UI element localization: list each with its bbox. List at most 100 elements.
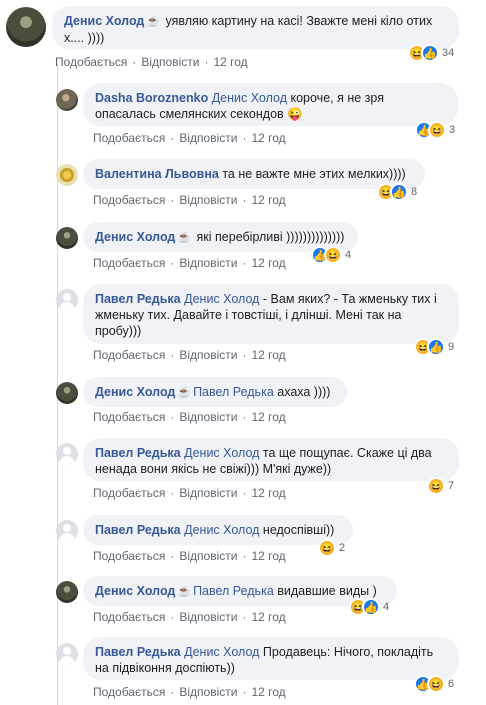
like-link[interactable]: Подобається [93,410,165,424]
comment-text: х.... )))) [64,31,105,45]
reactions[interactable]: 😆 2 [318,539,345,557]
separator: · [242,256,247,270]
comment-actions: Подобається · Відповісти · 12 год [93,549,286,563]
reply-link[interactable]: Відповісти [179,610,237,624]
author-name[interactable]: Валентина Львовна [95,167,219,181]
reactions[interactable]: 😆 👍 9 [414,338,454,356]
mention-link[interactable]: Денис Холод [184,523,259,537]
like-link[interactable]: Подобається [55,55,127,69]
mention-link[interactable]: Денис Холод [184,645,259,659]
avatar[interactable] [56,289,78,311]
timestamp[interactable]: 12 год [251,685,285,699]
comment-actions: Подобається · Відповісти · 12 год [93,685,286,699]
like-link[interactable]: Подобається [93,549,165,563]
comment-bubble: Павел Редька Денис Холод та ще пощупає. … [83,438,459,481]
reply-link[interactable]: Відповісти [179,348,237,362]
separator: · [170,193,175,207]
author-name[interactable]: Денис Холод [64,14,144,28]
timestamp[interactable]: 12 год [251,193,285,207]
timestamp[interactable]: 12 год [251,348,285,362]
separator: · [242,610,247,624]
avatar[interactable] [56,89,78,111]
avatar[interactable] [56,643,78,665]
author-name[interactable]: Денис Холод [95,385,175,399]
reactions[interactable]: 😆 👍 34 [408,44,454,62]
reply-link[interactable]: Відповісти [179,193,237,207]
reactions[interactable]: 😆 👍 4 [349,598,389,616]
comment-actions: Подобається · Відповісти · 12 год [93,131,286,145]
timestamp[interactable]: 12 год [213,55,247,69]
reactions[interactable]: 👍 😆 4 [311,246,351,264]
haha-icon: 😆 [324,246,342,264]
comment-text: Продавець: Нічого, покладіть [259,645,434,659]
mention-link[interactable]: Денис Холод [184,292,259,306]
author-name[interactable]: Павел Редька [95,446,181,460]
comment-actions: Подобається · Відповісти · 12 год [93,193,286,207]
like-link[interactable]: Подобається [93,610,165,624]
mention-link[interactable]: Павел Редька [193,584,274,598]
author-name[interactable]: Денис Холод [95,230,175,244]
separator: · [170,685,175,699]
avatar[interactable] [56,164,78,186]
reactions[interactable]: 👍 😆 6 [414,675,454,693]
separator: · [242,410,247,424]
comment-actions: Подобається · Відповісти · 12 год [93,486,286,500]
reaction-count: 2 [339,542,346,554]
mention-link[interactable]: Денис Холод [184,446,259,460]
reaction-count: 4 [345,249,352,261]
author-name[interactable]: Павел Редька [95,292,181,306]
reaction-count: 6 [448,678,455,690]
like-link[interactable]: Подобається [93,193,165,207]
avatar[interactable] [56,227,78,249]
coffee-icon: ☕ [177,586,192,598]
like-link[interactable]: Подобається [93,685,165,699]
author-name[interactable]: Павел Редька [95,523,181,537]
comment-bubble: Павел Редька Денис Холод Продавець: Нічо… [83,637,459,680]
avatar[interactable] [56,382,78,404]
timestamp[interactable]: 12 год [251,610,285,624]
like-link[interactable]: Подобається [93,348,165,362]
comment-text: та не важте мне этих мелких)))) [218,167,406,181]
reply-link[interactable]: Відповісти [179,256,237,270]
avatar[interactable] [56,443,78,465]
like-link[interactable]: Подобається [93,131,165,145]
author-name[interactable]: Dasha Boroznenko [95,91,208,105]
reply-link[interactable]: Відповісти [179,410,237,424]
reactions[interactable]: 😆 7 [427,477,454,495]
mention-link[interactable]: Павел Редька [193,385,274,399]
comment-bubble: Денис Холод ☕ Павел Редька ахаха )))) [83,377,347,407]
like-link[interactable]: Подобається [93,256,165,270]
comment-text: видавшие виды ) [273,584,377,598]
comment-text: які перебірливі )))))))))))))) [193,230,345,244]
haha-icon: 😆 [427,675,445,693]
reply-link[interactable]: Відповісти [179,549,237,563]
avatar[interactable] [56,520,78,542]
author-name[interactable]: Павел Редька [95,645,181,659]
timestamp[interactable]: 12 год [251,410,285,424]
timestamp[interactable]: 12 год [251,256,285,270]
author-name[interactable]: Денис Холод [95,584,175,598]
comment-text: короче, я не зря [287,91,384,105]
reaction-count: 7 [448,480,455,492]
reactions[interactable]: 😆 👍 8 [377,183,417,201]
timestamp[interactable]: 12 год [251,486,285,500]
avatar[interactable] [6,7,46,47]
timestamp[interactable]: 12 год [251,131,285,145]
like-link[interactable]: Подобається [93,486,165,500]
reply-link[interactable]: Відповісти [179,131,237,145]
comment-actions: Подобається · Відповісти · 12 год [55,55,248,69]
like-icon: 👍 [421,44,439,62]
reply-link[interactable]: Відповісти [141,55,199,69]
coffee-icon: ☕ [146,16,161,28]
comment-text: ахаха )))) [273,385,331,399]
separator: · [242,348,247,362]
timestamp[interactable]: 12 год [251,549,285,563]
comment-text: на підвіконня доспіють)) [95,661,235,675]
reactions[interactable]: 👍 😆 3 [415,121,455,139]
avatar[interactable] [56,581,78,603]
haha-icon: 😆 [427,477,445,495]
mention-link[interactable]: Денис Холод [212,91,287,105]
reply-link[interactable]: Відповісти [179,685,237,699]
comment-text: пробу))) [95,324,142,338]
reply-link[interactable]: Відповісти [179,486,237,500]
